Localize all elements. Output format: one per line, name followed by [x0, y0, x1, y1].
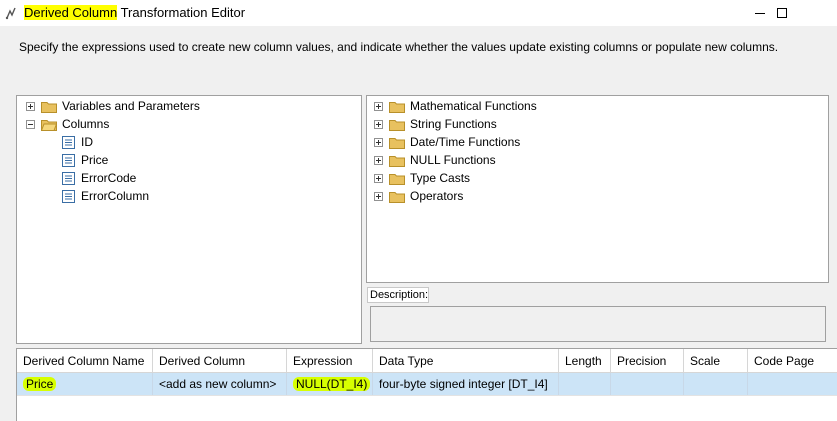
column-item-errorcolumn[interactable]: ErrorColumn — [62, 187, 149, 205]
folder-icon — [41, 101, 57, 113]
expand-icon[interactable] — [374, 137, 383, 147]
description-label: Description: — [367, 287, 429, 303]
header-code-page[interactable]: Code Page — [748, 349, 837, 373]
column-label: ErrorCode — [81, 171, 137, 185]
cell-derived-column[interactable]: <add as new column> — [153, 373, 287, 395]
derived-column-value: <add as new column> — [159, 377, 277, 391]
variables-columns-tree[interactable]: Variables and Parameters Columns ID Pric… — [16, 95, 362, 344]
tree-node-type-casts[interactable]: Type Casts — [374, 169, 470, 187]
tree-node-variables[interactable]: Variables and Parameters — [26, 97, 200, 115]
tree-node-label: Mathematical Functions — [410, 99, 537, 113]
column-item-id[interactable]: ID — [62, 133, 93, 151]
folder-icon — [389, 191, 405, 203]
functions-tree[interactable]: Mathematical Functions String Functions … — [366, 95, 829, 283]
cell-scale[interactable] — [684, 373, 748, 395]
expand-icon[interactable] — [374, 155, 383, 165]
folder-icon — [389, 137, 405, 149]
expand-icon[interactable] — [374, 119, 383, 129]
window-title: Derived Column Transformation Editor — [24, 4, 245, 21]
expression-value: NULL(DT_I4) — [293, 377, 371, 391]
column-item-price[interactable]: Price — [62, 151, 108, 169]
folder-icon — [389, 155, 405, 167]
column-icon — [62, 153, 75, 167]
cell-code-page[interactable] — [748, 373, 837, 395]
folder-open-icon — [41, 119, 57, 131]
cell-derived-column-name[interactable]: Price — [17, 373, 153, 395]
window-title-highlight: Derived Column — [24, 5, 118, 20]
folder-icon — [389, 173, 405, 185]
title-bar: Derived Column Transformation Editor — [0, 0, 837, 26]
expand-icon[interactable] — [374, 173, 383, 183]
folder-icon — [389, 101, 405, 113]
tree-node-label: Operators — [410, 189, 464, 203]
tree-node-string-functions[interactable]: String Functions — [374, 115, 497, 133]
header-scale[interactable]: Scale — [684, 349, 748, 373]
tree-node-label: NULL Functions — [410, 153, 496, 167]
header-data-type[interactable]: Data Type — [373, 349, 559, 373]
column-label: ErrorColumn — [81, 189, 150, 203]
column-label: ID — [81, 135, 93, 149]
column-label: Price — [81, 153, 109, 167]
header-length[interactable]: Length — [559, 349, 611, 373]
tree-node-label: Columns — [62, 117, 110, 131]
tree-node-datetime-functions[interactable]: Date/Time Functions — [374, 133, 520, 151]
cell-precision[interactable] — [611, 373, 684, 395]
cell-length[interactable] — [559, 373, 611, 395]
maximize-button[interactable] — [759, 0, 805, 26]
window-title-rest: Transformation Editor — [117, 5, 246, 20]
tree-node-null-functions[interactable]: NULL Functions — [374, 151, 496, 169]
tree-node-label: Type Casts — [410, 171, 471, 185]
derived-column-grid[interactable]: Derived Column Name Derived Column Expre… — [16, 348, 837, 421]
app-icon — [5, 7, 16, 20]
header-expression[interactable]: Expression — [287, 349, 373, 373]
tree-node-operators[interactable]: Operators — [374, 187, 463, 205]
expand-icon[interactable] — [374, 191, 383, 201]
tree-node-columns[interactable]: Columns — [26, 115, 109, 133]
tree-node-label: Date/Time Functions — [410, 135, 521, 149]
header-precision[interactable]: Precision — [611, 349, 684, 373]
data-type-value: four-byte signed integer [DT_I4] — [379, 377, 548, 391]
folder-icon — [389, 119, 405, 131]
expand-icon[interactable] — [374, 101, 383, 111]
cell-data-type[interactable]: four-byte signed integer [DT_I4] — [373, 373, 559, 395]
maximize-icon — [777, 8, 787, 18]
collapse-icon[interactable] — [26, 119, 35, 129]
empty-row-divider — [17, 395, 837, 396]
expand-icon[interactable] — [26, 101, 35, 111]
tree-node-label: Variables and Parameters — [62, 99, 200, 113]
column-icon — [62, 171, 75, 185]
column-icon — [62, 135, 75, 149]
header-derived-column-name[interactable]: Derived Column Name — [17, 349, 153, 373]
column-icon — [62, 189, 75, 203]
instructions-text: Specify the expressions used to create n… — [19, 40, 779, 54]
description-box — [370, 306, 826, 342]
column-item-errorcode[interactable]: ErrorCode — [62, 169, 136, 187]
cell-expression[interactable]: NULL(DT_I4) — [287, 373, 373, 395]
header-derived-column[interactable]: Derived Column — [153, 349, 287, 373]
tree-node-mathematical-functions[interactable]: Mathematical Functions — [374, 97, 537, 115]
derived-column-name-value: Price — [23, 377, 57, 391]
tree-node-label: String Functions — [410, 117, 497, 131]
